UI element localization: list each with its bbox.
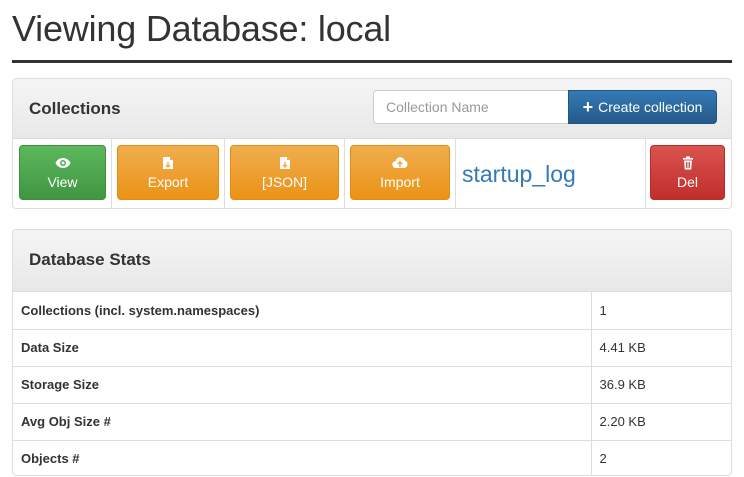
json-cell: [JSON] xyxy=(225,139,345,208)
import-cell: Import xyxy=(345,139,456,208)
name-cell: startup_log xyxy=(456,139,646,208)
export-label: Export xyxy=(147,173,189,190)
stat-value: 2.20 KB xyxy=(591,402,731,440)
plus-icon: + xyxy=(582,97,594,117)
table-row: Collections (incl. system.namespaces) 1 xyxy=(13,292,731,329)
stat-value: 2 xyxy=(591,439,731,475)
stats-heading: Database Stats xyxy=(29,250,151,269)
import-label: Import xyxy=(380,173,420,190)
table-row: Objects # 2 xyxy=(13,439,731,475)
export-cell: Export xyxy=(112,139,225,208)
table-row: Data Size 4.41 KB xyxy=(13,328,731,366)
create-collection-button[interactable]: + Create collection xyxy=(568,90,717,124)
delete-button[interactable]: Del xyxy=(650,145,725,200)
table-row: Avg Obj Size # 2.20 KB xyxy=(13,402,731,440)
collections-heading: Collections xyxy=(29,99,121,118)
stat-label: Data Size xyxy=(13,328,592,366)
stats-panel-heading: Database Stats xyxy=(13,230,731,292)
collection-row: View Export [JSON] Import startup_log De… xyxy=(13,139,731,208)
stat-label: Storage Size xyxy=(13,365,592,403)
create-collection-label: Create collection xyxy=(598,99,703,115)
collection-link[interactable]: startup_log xyxy=(462,161,576,188)
json-label: [JSON] xyxy=(261,173,308,190)
page-title: Viewing Database: local xyxy=(12,8,391,49)
import-button[interactable]: Import xyxy=(350,145,450,200)
stat-value: 36.9 KB xyxy=(591,365,731,403)
delete-cell: Del xyxy=(646,139,731,208)
stat-value: 4.41 KB xyxy=(591,328,731,366)
stat-label: Objects # xyxy=(13,439,592,475)
export-file-icon xyxy=(279,156,290,169)
stats-table: Collections (incl. system.namespaces) 1 … xyxy=(13,292,731,475)
eye-icon xyxy=(55,157,70,168)
collection-name-input[interactable] xyxy=(373,90,569,124)
view-button[interactable]: View xyxy=(19,145,106,200)
view-cell: View xyxy=(13,139,112,208)
export-button[interactable]: Export xyxy=(117,145,219,200)
database-stats-panel: Database Stats Collections (incl. system… xyxy=(12,229,732,476)
view-label: View xyxy=(47,173,78,190)
collections-panel-heading: Collections + Create collection xyxy=(13,79,731,139)
cloud-upload-icon xyxy=(392,156,408,168)
collections-panel: Collections + Create collection View xyxy=(12,78,732,209)
json-export-button[interactable]: [JSON] xyxy=(230,145,339,200)
delete-label: Del xyxy=(676,173,698,190)
stat-value: 1 xyxy=(599,302,607,318)
title-divider xyxy=(12,60,732,63)
table-row: Storage Size 36.9 KB xyxy=(13,365,731,403)
export-file-icon xyxy=(163,156,173,169)
stat-label: Avg Obj Size # xyxy=(13,402,592,440)
stat-label: Collections (incl. system.namespaces) xyxy=(13,292,592,329)
trash-icon xyxy=(682,156,693,169)
